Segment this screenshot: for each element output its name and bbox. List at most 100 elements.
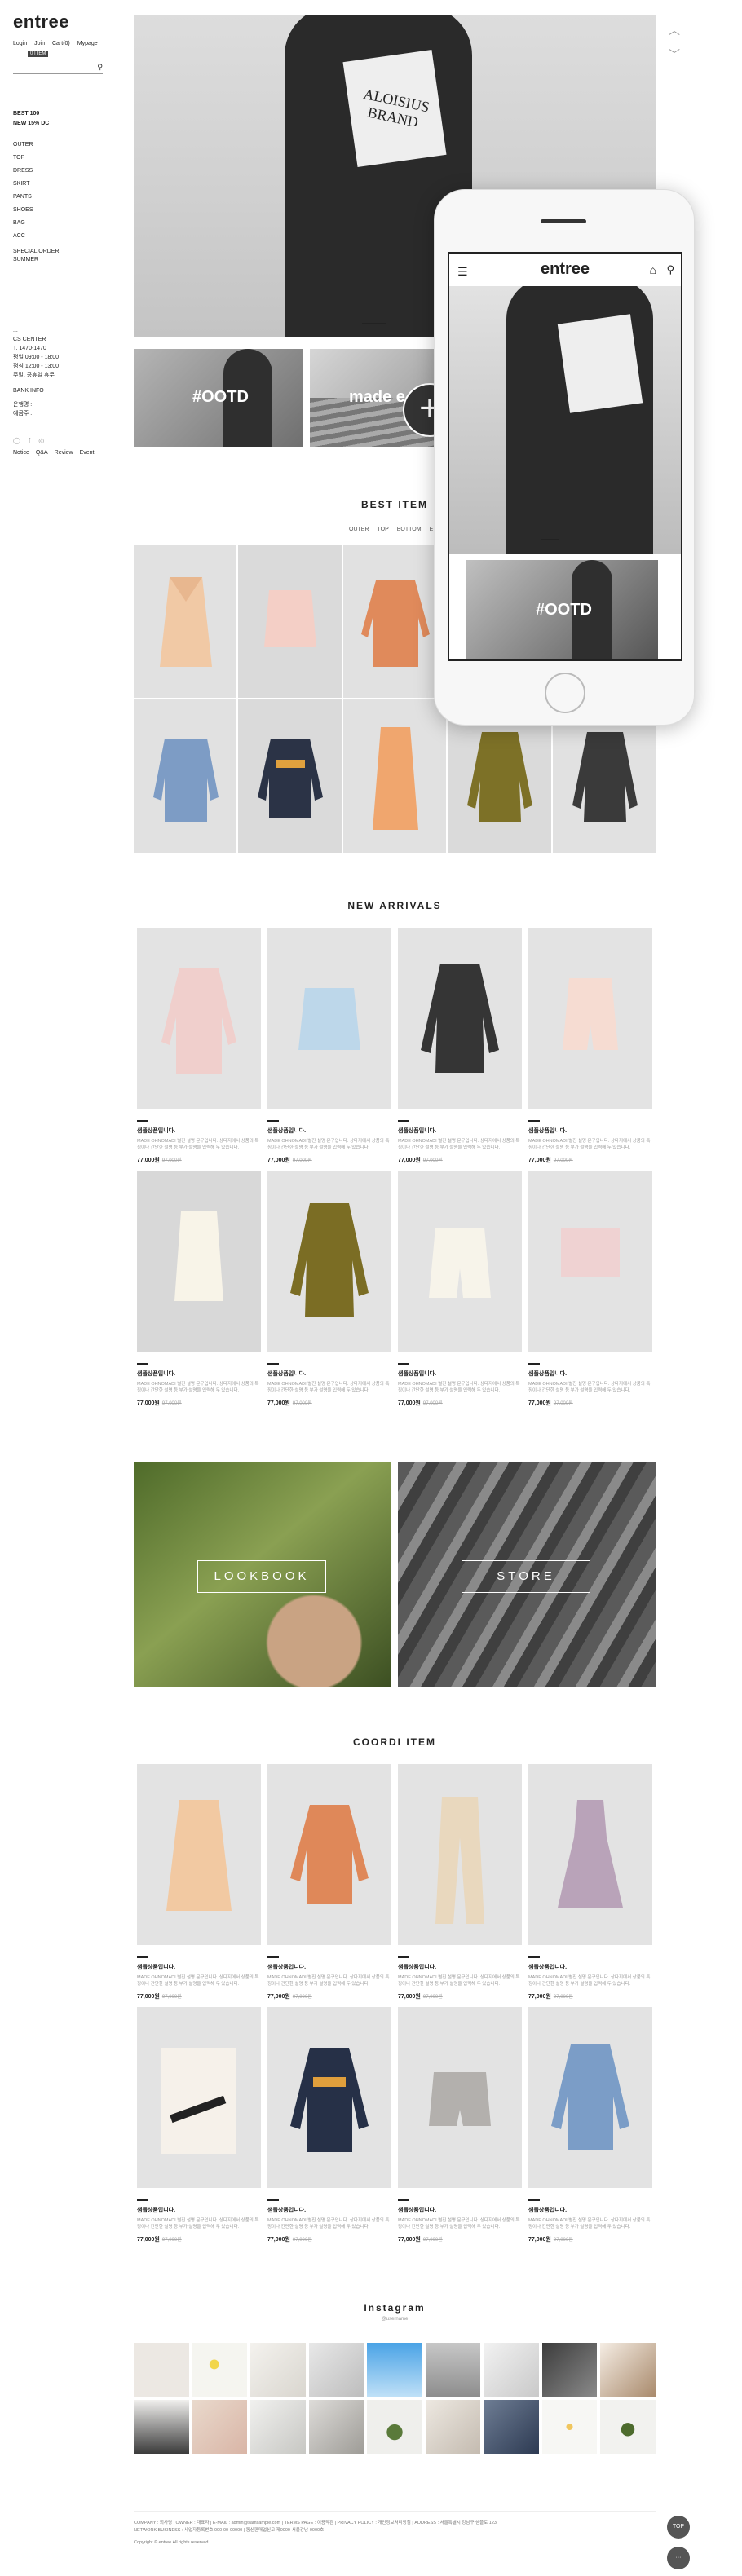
tab-etc[interactable]: E — [430, 527, 434, 532]
product-image[interactable] — [398, 1764, 522, 1945]
best-product[interactable] — [238, 545, 342, 698]
product-name[interactable]: 샘플상품입니다. — [267, 1963, 391, 1971]
store-button[interactable]: STORE — [462, 1560, 590, 1593]
notice-link[interactable]: Notice — [13, 450, 29, 456]
menu-item-bag[interactable]: BAG — [13, 217, 60, 230]
kakao-icon[interactable]: ◎ — [38, 437, 44, 444]
cart-link[interactable]: Cart(0) — [52, 41, 70, 46]
scroll-top-button[interactable]: TOP — [667, 2516, 690, 2539]
facebook-icon[interactable]: f — [29, 437, 30, 444]
product-card[interactable]: 샘플상품입니다. MADE OHNOMADI 별진 설명 문구입니다. 상다지에… — [137, 2007, 261, 2243]
product-image[interactable] — [137, 2007, 261, 2188]
product-image[interactable] — [267, 2007, 391, 2188]
product-card[interactable]: 샘플상품입니다. MADE OHNOMADI 별진 설명 문구입니다. 상다지에… — [267, 1171, 391, 1407]
product-name[interactable]: 샘플상품입니다. — [137, 1370, 261, 1378]
best-product[interactable] — [134, 699, 237, 853]
insta-photo[interactable] — [308, 2343, 364, 2397]
search-input[interactable]: ⚲ — [13, 62, 103, 74]
product-card[interactable]: 샘플상품입니다. MADE OHNOMADI 별진 설명 문구입니다. 상다지에… — [398, 1171, 522, 1407]
product-name[interactable]: 샘플상품입니다. — [398, 1370, 522, 1378]
insta-photo[interactable] — [308, 2400, 364, 2454]
menu-item-top[interactable]: TOP — [13, 152, 60, 165]
product-image[interactable] — [528, 2007, 652, 2188]
product-image[interactable] — [398, 928, 522, 1109]
product-card[interactable]: 샘플상품입니다. MADE OHNOMADI 별진 설명 문구입니다. 상다지에… — [267, 2007, 391, 2243]
product-name[interactable]: 샘플상품입니다. — [398, 1963, 522, 1971]
login-link[interactable]: Login — [13, 41, 27, 46]
product-name[interactable]: 샘플상품입니다. — [267, 1127, 391, 1135]
product-card[interactable]: 샘플상품입니다. MADE OHNOMADI 별진 설명 문구입니다. 상다지에… — [528, 1171, 652, 1407]
mobile-logo[interactable]: entree — [449, 260, 681, 279]
product-image[interactable] — [398, 1171, 522, 1352]
product-card[interactable]: 샘플상품입니다. MADE OHNOMADI 별진 설명 문구입니다. 상다지에… — [137, 1764, 261, 2000]
product-name[interactable]: 샘플상품입니다. — [528, 2206, 652, 2214]
menu-item-summer[interactable]: SUMMER — [13, 256, 60, 264]
insta-photo[interactable] — [134, 2343, 189, 2397]
search-icon[interactable]: ⚲ — [666, 263, 674, 276]
product-card[interactable]: 샘플상품입니다. MADE OHNOMADI 별진 설명 문구입니다. 상다지에… — [137, 928, 261, 1164]
product-image[interactable] — [137, 1171, 261, 1352]
product-name[interactable]: 샘플상품입니다. — [528, 1963, 652, 1971]
insta-photo[interactable] — [600, 2343, 656, 2397]
product-name[interactable]: 샘플상품입니다. — [398, 2206, 522, 2214]
best-product[interactable] — [342, 545, 447, 698]
product-image[interactable] — [267, 928, 391, 1109]
product-image[interactable] — [137, 1764, 261, 1945]
product-image[interactable] — [267, 1171, 391, 1352]
menu-item-dress[interactable]: DRESS — [13, 165, 60, 178]
product-image[interactable] — [398, 2007, 522, 2188]
menu-item-outer[interactable]: OUTER — [13, 139, 60, 152]
insta-photo[interactable] — [192, 2343, 248, 2397]
chevron-down-icon[interactable]: ﹀ — [669, 42, 680, 67]
product-name[interactable]: 샘플상품입니다. — [398, 1127, 522, 1135]
mobile-hero[interactable] — [449, 286, 681, 554]
product-name[interactable]: 샘플상품입니다. — [137, 1127, 261, 1135]
best-product[interactable] — [238, 699, 342, 853]
tab-outer[interactable]: OUTER — [349, 527, 369, 532]
product-card[interactable]: 샘플상품입니다. MADE OHNOMADI 별진 설명 문구입니다. 상다지에… — [267, 928, 391, 1164]
product-card[interactable]: 샘플상품입니다. MADE OHNOMADI 별진 설명 문구입니다. 상다지에… — [398, 1764, 522, 2000]
insta-photo[interactable] — [250, 2343, 306, 2397]
insta-photo[interactable] — [484, 2400, 539, 2454]
menu-item-shoes[interactable]: SHOES — [13, 204, 60, 217]
menu-item-acc[interactable]: ACC — [13, 230, 60, 243]
cart-icon[interactable]: ⌂ — [650, 263, 656, 276]
mypage-link[interactable]: Mypage — [77, 41, 98, 46]
product-card[interactable]: 샘플상품입니다. MADE OHNOMADI 별진 설명 문구입니다. 상다지에… — [398, 2007, 522, 2243]
product-name[interactable]: 샘플상품입니다. — [267, 1370, 391, 1378]
product-name[interactable]: 샘플상품입니다. — [137, 1963, 261, 1971]
slide-indicator[interactable] — [362, 323, 386, 324]
product-image[interactable] — [267, 1764, 391, 1945]
menu-item-skirt[interactable]: SKIRT — [13, 178, 60, 191]
chevron-up-icon[interactable]: ︿ — [669, 18, 680, 42]
insta-photo[interactable] — [250, 2400, 306, 2454]
lookbook-button[interactable]: LOOKBOOK — [197, 1560, 326, 1593]
menu-item-best[interactable]: BEST 100 — [13, 109, 49, 119]
insta-photo[interactable] — [425, 2343, 481, 2397]
insta-photo[interactable] — [600, 2400, 656, 2454]
product-image[interactable] — [528, 1171, 652, 1352]
instagram-icon[interactable]: ◯ — [13, 437, 20, 444]
best-product[interactable] — [342, 699, 447, 853]
qna-link[interactable]: Q&A — [36, 450, 48, 456]
search-icon[interactable]: ⚲ — [97, 63, 103, 72]
menu-item-special-order[interactable]: SPECIAL ORDER — [13, 248, 60, 256]
event-link[interactable]: Event — [80, 450, 95, 456]
menu-item-pants[interactable]: PANTS — [13, 191, 60, 204]
store-banner[interactable]: STORE — [398, 1462, 656, 1687]
chat-icon[interactable]: ··· — [667, 2547, 690, 2569]
product-image[interactable] — [528, 1764, 652, 1945]
tab-bottom[interactable]: BOTTOM — [397, 527, 422, 532]
insta-photo[interactable] — [192, 2400, 248, 2454]
product-card[interactable]: 샘플상품입니다. MADE OHNOMADI 별진 설명 문구입니다. 상다지에… — [398, 928, 522, 1164]
instagram-handle[interactable]: @username — [134, 2317, 656, 2322]
product-card[interactable]: 샘플상품입니다. MADE OHNOMADI 별진 설명 문구입니다. 상다지에… — [528, 1764, 652, 2000]
tab-top[interactable]: TOP — [378, 527, 389, 532]
product-name[interactable]: 샘플상품입니다. — [137, 2206, 261, 2214]
insta-photo[interactable] — [541, 2343, 598, 2397]
product-name[interactable]: 샘플상품입니다. — [528, 1370, 652, 1378]
product-name[interactable]: 샘플상품입니다. — [267, 2206, 391, 2214]
insta-photo[interactable] — [425, 2400, 481, 2454]
mobile-ootd-thumb[interactable]: #OOTD — [466, 560, 658, 659]
product-card[interactable]: 샘플상품입니다. MADE OHNOMADI 별진 설명 문구입니다. 상다지에… — [528, 2007, 652, 2243]
